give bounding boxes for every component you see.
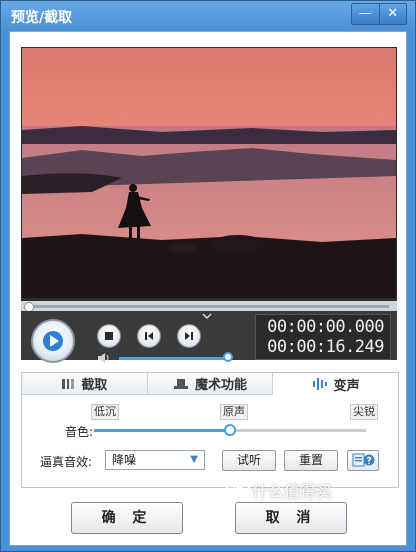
timbre-slider-fill xyxy=(94,429,230,432)
step-forward-icon xyxy=(185,332,193,340)
seek-bar[interactable] xyxy=(21,301,397,312)
stop-icon xyxy=(105,332,113,340)
cancel-button[interactable]: 取 消 xyxy=(235,502,347,534)
video-player: 00:00:00.000 00:00:16.249 xyxy=(21,47,397,363)
tab-voice-change-label: 变声 xyxy=(333,378,360,394)
volume-icon xyxy=(98,353,109,363)
step-back-icon xyxy=(145,332,153,340)
scale-mid-label: 原声 xyxy=(220,404,248,420)
current-time: 00:00:00.000 xyxy=(267,317,384,337)
scale-low-label: 低沉 xyxy=(91,404,119,420)
tab-trim-label: 截取 xyxy=(81,378,108,393)
tab-bar: 截取 魔术功能 变声 xyxy=(22,373,399,395)
help-icon xyxy=(352,453,375,467)
effect-label: 逼真音效: xyxy=(40,455,93,469)
time-display: 00:00:00.000 00:00:16.249 xyxy=(255,314,391,360)
timbre-label: 音色: xyxy=(65,425,94,439)
confirm-button[interactable]: 确 定 xyxy=(71,502,183,534)
volume-slider[interactable] xyxy=(119,357,227,360)
magic-hat-icon xyxy=(174,378,188,389)
seek-track xyxy=(29,305,389,308)
tab-voice-change[interactable]: 变声 xyxy=(273,373,399,395)
preview-window: 预览/截取 — ✕ 00:00:00.000 00:00:16.249 截取 魔… xyxy=(0,0,416,552)
window-controls: — ✕ xyxy=(351,3,407,25)
total-duration: 00:00:16.249 xyxy=(267,337,384,357)
minimize-button[interactable]: — xyxy=(352,4,379,24)
chevron-down-icon xyxy=(202,313,212,319)
scissors-icon xyxy=(62,378,75,389)
titlebar: 预览/截取 — ✕ xyxy=(1,1,415,31)
listen-button[interactable]: 试听 xyxy=(222,450,276,471)
play-button[interactable] xyxy=(31,319,75,363)
options-panel: 截取 魔术功能 变声 低沉 原声 尖锐 音色: 逼真音效: 降噪 ▼ 试听 重置 xyxy=(21,372,399,488)
collapse-toggle[interactable] xyxy=(193,313,221,321)
help-button[interactable] xyxy=(347,450,379,471)
play-icon xyxy=(43,331,63,351)
next-frame-button[interactable] xyxy=(177,324,201,348)
scale-high-label: 尖锐 xyxy=(350,404,378,420)
timbre-slider-handle[interactable] xyxy=(224,424,236,436)
watermark-badge: 值 xyxy=(226,473,250,497)
close-button[interactable]: ✕ xyxy=(378,4,407,24)
video-thumbnail xyxy=(22,48,396,298)
stop-button[interactable] xyxy=(97,324,121,348)
watermark-text: 什么值得买 xyxy=(252,482,333,501)
video-frame xyxy=(22,48,396,298)
dialog-body: 00:00:00.000 00:00:16.249 截取 魔术功能 变声 低沉 … xyxy=(9,31,407,546)
tab-magic-label: 魔术功能 xyxy=(195,378,248,393)
previous-frame-button[interactable] xyxy=(137,324,161,348)
reset-button[interactable]: 重置 xyxy=(284,450,338,471)
effect-select-value: 降噪 xyxy=(112,453,137,467)
waveform-icon xyxy=(312,378,327,390)
dropdown-arrow-icon: ▼ xyxy=(190,454,198,465)
tab-magic[interactable]: 魔术功能 xyxy=(147,373,274,395)
volume-handle[interactable] xyxy=(223,352,233,362)
effect-select[interactable]: 降噪 ▼ xyxy=(105,450,205,470)
window-title: 预览/截取 xyxy=(11,10,73,26)
tab-trim[interactable]: 截取 xyxy=(22,373,148,395)
